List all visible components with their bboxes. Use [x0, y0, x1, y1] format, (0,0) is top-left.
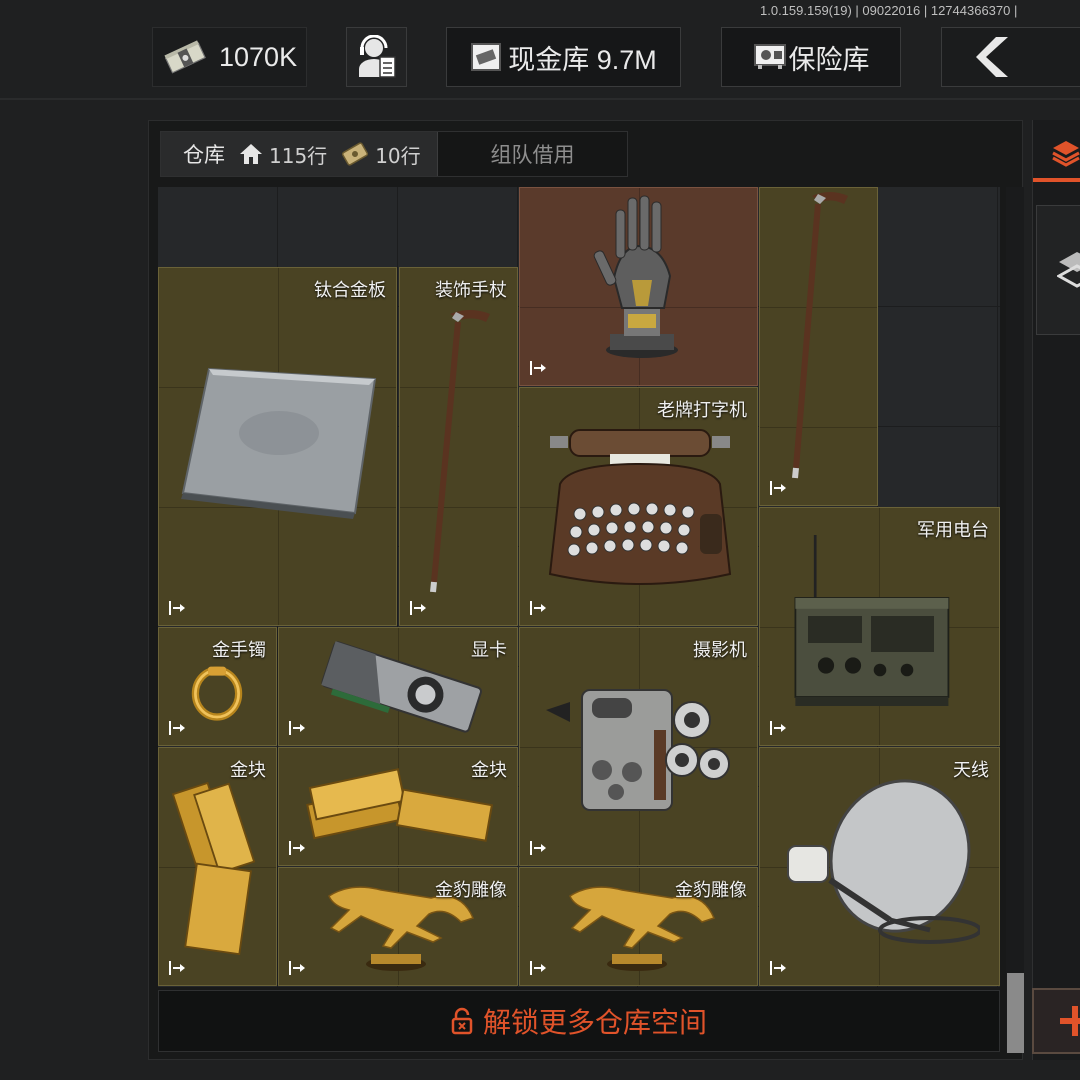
- item-name: 天线: [953, 760, 989, 781]
- item-name: 金手镯: [212, 640, 266, 661]
- item-walking-cane-right[interactable]: [759, 187, 878, 506]
- item-gold-cheetah-statue-2[interactable]: 金豹雕像: [519, 867, 758, 986]
- move-out-icon[interactable]: [288, 719, 306, 737]
- scrollbar-thumb[interactable]: [1007, 973, 1024, 1053]
- plus-icon: [1060, 1006, 1080, 1036]
- warehouse-tabs: 仓库 115行 10行 组队借用: [160, 131, 628, 177]
- side-tab-indicator: [1033, 178, 1080, 182]
- move-out-icon[interactable]: [529, 359, 547, 377]
- item-satellite-dish[interactable]: 天线: [759, 747, 1000, 986]
- inventory-grid[interactable]: 钛合金板 装饰手杖 老牌打字机 军用电台 金手镯 显卡 摄影机 金块 金块 天线…: [158, 187, 1000, 987]
- robot-hand-icon: [593, 195, 678, 358]
- move-out-icon[interactable]: [288, 839, 306, 857]
- item-name: 军用电台: [917, 520, 989, 541]
- layers-icon[interactable]: [1051, 138, 1080, 168]
- home-icon: [240, 144, 262, 164]
- gold-bar-icon: [306, 768, 494, 842]
- move-out-icon[interactable]: [769, 959, 787, 977]
- item-name: 金豹雕像: [435, 880, 507, 901]
- cash-display[interactable]: 1070K: [152, 27, 307, 87]
- move-out-icon[interactable]: [529, 839, 547, 857]
- move-out-icon[interactable]: [529, 959, 547, 977]
- walking-cane-icon: [430, 310, 490, 593]
- move-out-icon[interactable]: [529, 599, 547, 617]
- topbar-divider: [0, 98, 1080, 100]
- support-button[interactable]: [346, 27, 407, 87]
- item-military-radio[interactable]: 军用电台: [759, 507, 1000, 746]
- item-gold-bar-vertical[interactable]: 金块: [158, 747, 277, 986]
- cash-vault-button[interactable]: 现金库 9.7M: [446, 27, 681, 87]
- safe-vault-button[interactable]: 保险库: [721, 27, 901, 87]
- item-name: 金块: [230, 760, 266, 781]
- cash-amount: 1070K: [219, 41, 298, 72]
- titanium-plate-icon: [181, 367, 377, 519]
- move-out-icon[interactable]: [168, 719, 186, 737]
- gold-bar-icon: [171, 781, 256, 956]
- scrollbar-track[interactable]: [1006, 187, 1024, 1053]
- tab-warehouse-label: 仓库: [183, 143, 225, 167]
- item-decorative-cane[interactable]: 装饰手杖: [399, 267, 518, 626]
- support-agent-icon: [358, 35, 396, 78]
- item-gold-cheetah-statue-1[interactable]: 金豹雕像: [278, 867, 518, 986]
- walking-cane-icon: [792, 192, 848, 479]
- move-out-icon[interactable]: [168, 959, 186, 977]
- back-button[interactable]: [941, 27, 1080, 87]
- item-gold-bracelet[interactable]: 金手镯: [158, 627, 277, 746]
- item-name: 老牌打字机: [657, 400, 747, 421]
- ticket-rows-count: 10行: [375, 143, 421, 168]
- cash-vault-icon: [471, 43, 502, 71]
- film-camera-icon: [546, 689, 730, 811]
- side-category-tab[interactable]: [1036, 205, 1080, 335]
- unlock-icon: [451, 1007, 473, 1035]
- item-name: 显卡: [471, 640, 507, 661]
- item-robot-hand[interactable]: [519, 187, 758, 386]
- military-radio-icon: [794, 535, 950, 706]
- gold-bracelet-icon: [191, 666, 243, 721]
- cash-vault-label: 现金库 9.7M: [508, 44, 657, 75]
- unlock-storage-label: 解锁更多仓库空间: [482, 1006, 707, 1039]
- safe-icon: [753, 44, 786, 69]
- graphics-card-icon: [321, 641, 482, 733]
- move-out-icon[interactable]: [769, 479, 787, 497]
- item-name: 装饰手杖: [435, 280, 507, 301]
- move-out-icon[interactable]: [769, 719, 787, 737]
- move-out-icon[interactable]: [168, 599, 186, 617]
- move-out-icon[interactable]: [288, 959, 306, 977]
- tab-team-borrow[interactable]: 组队借用: [438, 132, 627, 176]
- satellite-dish-icon: [787, 779, 980, 944]
- cash-icon: [164, 40, 206, 74]
- ticket-icon: [342, 142, 369, 166]
- move-out-icon[interactable]: [409, 599, 427, 617]
- stack-icon: [1057, 252, 1080, 288]
- unlock-storage-button[interactable]: 解锁更多仓库空间: [158, 990, 1000, 1052]
- safe-vault-label: 保险库: [788, 44, 870, 75]
- item-name: 摄影机: [693, 640, 747, 661]
- item-name: 钛合金板: [314, 280, 386, 301]
- item-graphics-card[interactable]: 显卡: [278, 627, 518, 746]
- typewriter-icon: [548, 429, 732, 585]
- item-name: 金豹雕像: [675, 880, 747, 901]
- add-button[interactable]: [1032, 988, 1080, 1054]
- item-name: 金块: [471, 760, 507, 781]
- item-typewriter[interactable]: 老牌打字机: [519, 387, 758, 626]
- item-gold-bar-horizontal[interactable]: 金块: [278, 747, 518, 866]
- home-rows-count: 115行: [269, 143, 328, 168]
- back-arrow-icon: [976, 37, 1008, 77]
- version-info: 1.0.159.159(19) | 09022016 | 12744366370…: [760, 3, 1018, 18]
- tab-warehouse[interactable]: 仓库 115行 10行: [161, 132, 438, 176]
- item-film-camera[interactable]: 摄影机: [519, 627, 758, 866]
- item-titanium-plate[interactable]: 钛合金板: [158, 267, 397, 626]
